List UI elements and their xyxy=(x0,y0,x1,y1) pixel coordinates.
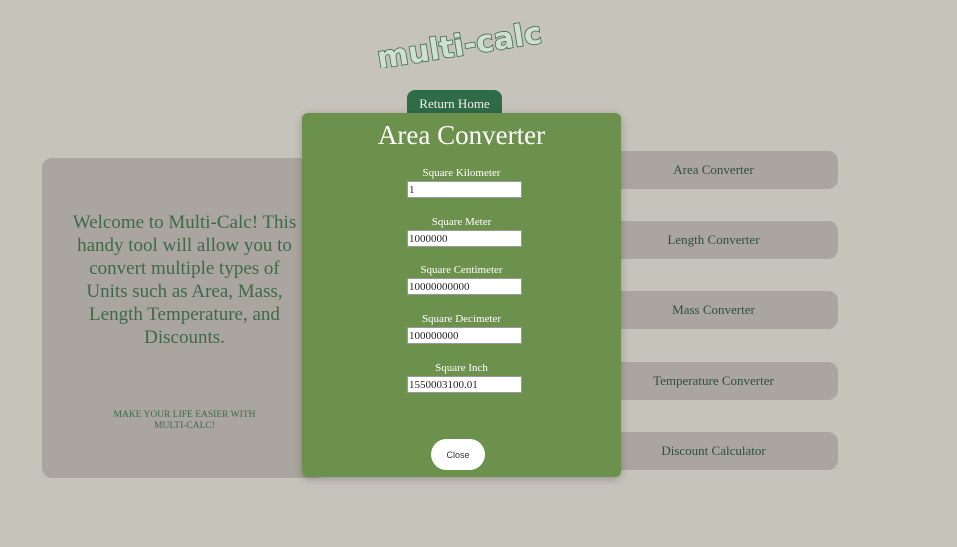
nav-item-label: Length Converter xyxy=(667,232,760,247)
logo-text: multi-calc xyxy=(375,20,545,68)
area-converter-modal: Area Converter Square Kilometer Square M… xyxy=(302,113,621,477)
tagline: MAKE YOUR LIFE EASIER WITH MULTI-CALC! xyxy=(113,410,256,431)
nav-item-label: Mass Converter xyxy=(672,302,755,317)
square-centimeter-label: Square Centimeter xyxy=(420,264,503,276)
square-meter-input[interactable] xyxy=(407,230,522,247)
modal-title: Area Converter xyxy=(377,120,546,150)
square-centimeter-input[interactable] xyxy=(407,278,522,295)
square-decimeter-label: Square Decimeter xyxy=(421,313,502,325)
square-inch-input[interactable] xyxy=(407,376,522,393)
welcome-card: Welcome to Multi-Calc! This handy tool w… xyxy=(42,158,327,478)
nav-item-label: Temperature Converter xyxy=(653,373,774,388)
logo: multi-calc xyxy=(370,20,545,68)
nav-item-label: Discount Calculator xyxy=(661,443,766,458)
square-kilometer-input[interactable] xyxy=(407,181,522,198)
welcome-message: Welcome to Multi-Calc! This handy tool w… xyxy=(72,212,297,348)
nav-item-label: Area Converter xyxy=(673,162,754,177)
close-button[interactable]: Close xyxy=(431,439,485,470)
square-inch-label: Square Inch xyxy=(435,362,488,374)
square-kilometer-label: Square Kilometer xyxy=(422,167,501,179)
square-meter-label: Square Meter xyxy=(431,216,492,228)
square-decimeter-input[interactable] xyxy=(407,327,522,344)
